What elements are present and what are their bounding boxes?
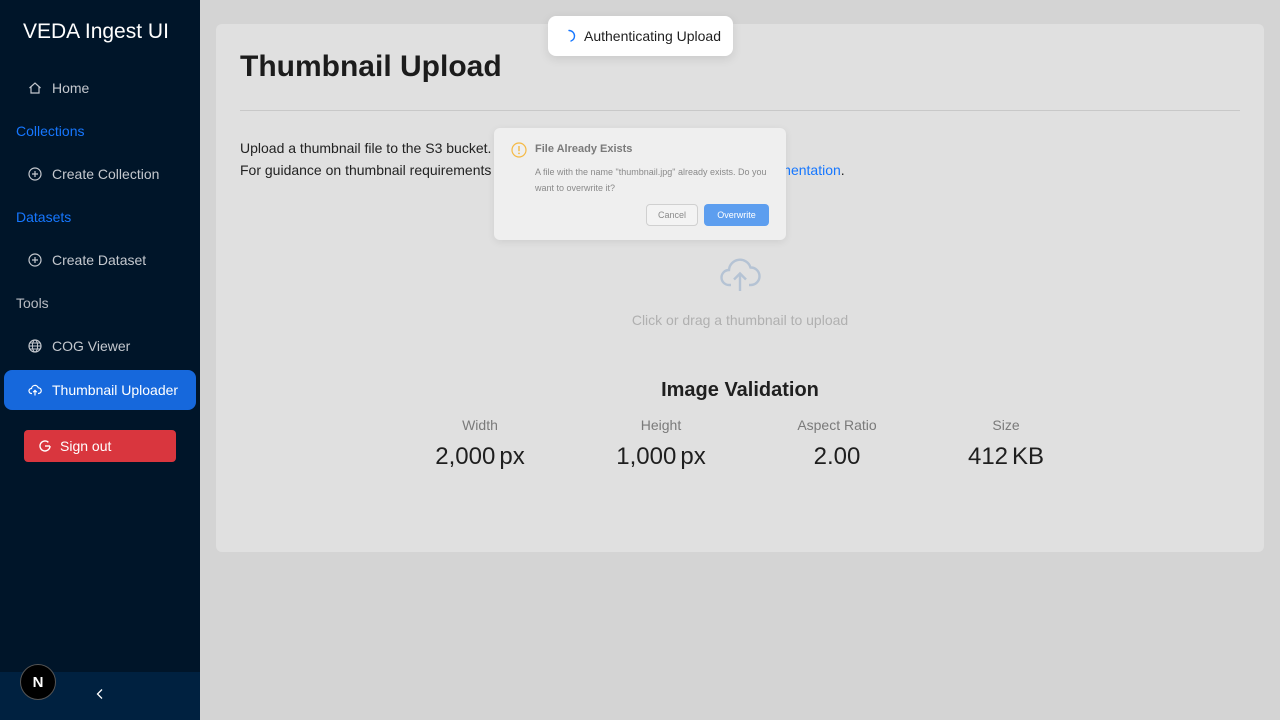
sidebar-item-label: Create Collection xyxy=(52,166,160,182)
sidebar-item-label: Thumbnail Uploader xyxy=(52,382,179,398)
stat-number: 2.00 xyxy=(813,443,861,470)
modal-title: File Already Exists xyxy=(535,143,633,155)
stat-value: 2.00 xyxy=(757,443,917,471)
sign-out-button[interactable]: Sign out xyxy=(24,430,176,462)
sidebar-group-tools: Tools xyxy=(16,295,49,311)
modal-body: A file with the name "thumbnail.jpg" alr… xyxy=(535,167,767,193)
stat-label: Width xyxy=(462,417,498,433)
globe-icon xyxy=(28,339,42,353)
plus-circle-icon xyxy=(28,167,42,181)
sidebar-item-thumbnail-uploader[interactable]: Thumbnail Uploader xyxy=(4,370,196,410)
overwrite-button[interactable]: Overwrite xyxy=(704,204,769,226)
sidebar-item-cog-viewer[interactable]: COG Viewer xyxy=(4,326,196,366)
sidebar-item-home[interactable]: Home xyxy=(4,68,196,108)
cancel-button[interactable]: Cancel xyxy=(646,204,698,226)
cloud-upload-icon xyxy=(718,252,762,296)
page-title: Thumbnail Upload xyxy=(240,50,502,83)
stat-label: Aspect Ratio xyxy=(797,417,877,433)
plus-circle-icon xyxy=(28,253,42,267)
upload-hint: Click or drag a thumbnail to upload xyxy=(631,312,849,328)
stat-height: Height 1,000 px xyxy=(581,417,741,471)
description-suffix: . xyxy=(840,162,845,178)
stat-unit: KB xyxy=(1012,443,1045,470)
sidebar-item-label: Create Dataset xyxy=(52,252,147,268)
stat-number: 412 xyxy=(967,443,1009,470)
toast-text: Authenticating Upload xyxy=(584,28,721,44)
home-icon xyxy=(28,81,42,95)
loading-toast: Authenticating Upload xyxy=(548,16,733,56)
stat-value: 1,000 px xyxy=(581,443,741,471)
nextjs-badge[interactable]: N xyxy=(20,664,56,700)
stat-label: Size xyxy=(992,417,1020,433)
stat-label: Height xyxy=(640,417,682,433)
cloud-upload-icon xyxy=(28,383,42,397)
sidebar: VEDA Ingest UI Home Collections Create C… xyxy=(0,0,200,720)
sidebar-item-create-collection[interactable]: Create Collection xyxy=(4,154,196,194)
upload-dropzone[interactable]: Click or drag a thumbnail to upload xyxy=(240,242,1240,342)
loading-spinner-icon xyxy=(562,29,576,43)
app-title: VEDA Ingest UI xyxy=(23,20,169,43)
overwrite-confirm-modal: File Already Exists A file with the name… xyxy=(494,128,786,240)
sidebar-item-label: COG Viewer xyxy=(52,338,131,354)
stat-value: 2,000 px xyxy=(400,443,560,471)
sidebar-group-datasets[interactable]: Datasets xyxy=(16,209,71,225)
sidebar-item-label: Home xyxy=(52,80,90,96)
google-icon xyxy=(38,439,52,453)
sidebar-item-create-dataset[interactable]: Create Dataset xyxy=(4,240,196,280)
stat-unit: px xyxy=(499,443,525,470)
stat-value: 412 KB xyxy=(926,443,1086,471)
sidebar-group-collections[interactable]: Collections xyxy=(16,123,84,139)
divider xyxy=(240,110,1240,111)
stat-unit: px xyxy=(680,443,706,470)
stat-number: 2,000 xyxy=(435,443,496,470)
sign-out-label: Sign out xyxy=(60,438,112,454)
stat-width: Width 2,000 px xyxy=(400,417,560,471)
chevron-left-icon xyxy=(94,687,106,705)
stat-number: 1,000 xyxy=(616,443,677,470)
main-card: Thumbnail Upload Upload a thumbnail file… xyxy=(216,24,1264,552)
warning-icon xyxy=(511,142,527,158)
validation-title: Image Validation xyxy=(661,379,819,401)
stat-size: Size 412 KB xyxy=(926,417,1086,471)
stat-aspect-ratio: Aspect Ratio 2.00 xyxy=(757,417,917,471)
